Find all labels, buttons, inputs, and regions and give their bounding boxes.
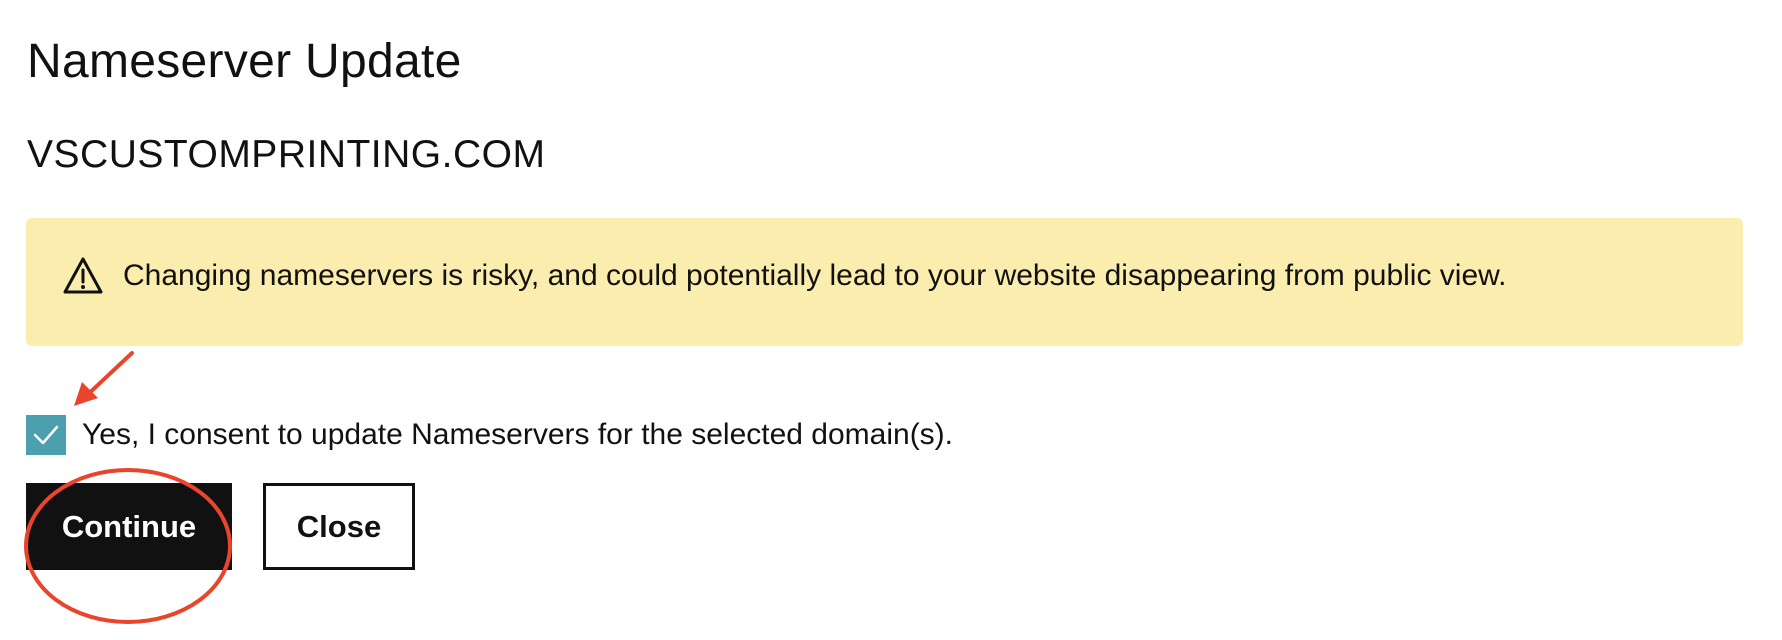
warning-alert: Changing nameservers is risky, and could… [26,218,1743,346]
consent-checkbox-row[interactable]: Yes, I consent to update Nameservers for… [26,415,953,455]
domain-name: VSCUSTOMPRINTING.COM [27,133,546,176]
nameserver-update-dialog: Nameserver Update VSCUSTOMPRINTING.COM C… [0,0,1782,640]
close-button[interactable]: Close [263,483,415,570]
checkmark-icon [33,425,59,445]
annotation-arrow-icon [74,351,134,406]
consent-label: Yes, I consent to update Nameservers for… [82,418,954,451]
warning-triangle-icon [62,256,104,296]
consent-checkbox[interactable] [26,415,66,455]
continue-button[interactable]: Continue [26,483,232,570]
page-title: Nameserver Update [27,35,462,88]
warning-message: Changing nameservers is risky, and could… [123,259,1507,292]
